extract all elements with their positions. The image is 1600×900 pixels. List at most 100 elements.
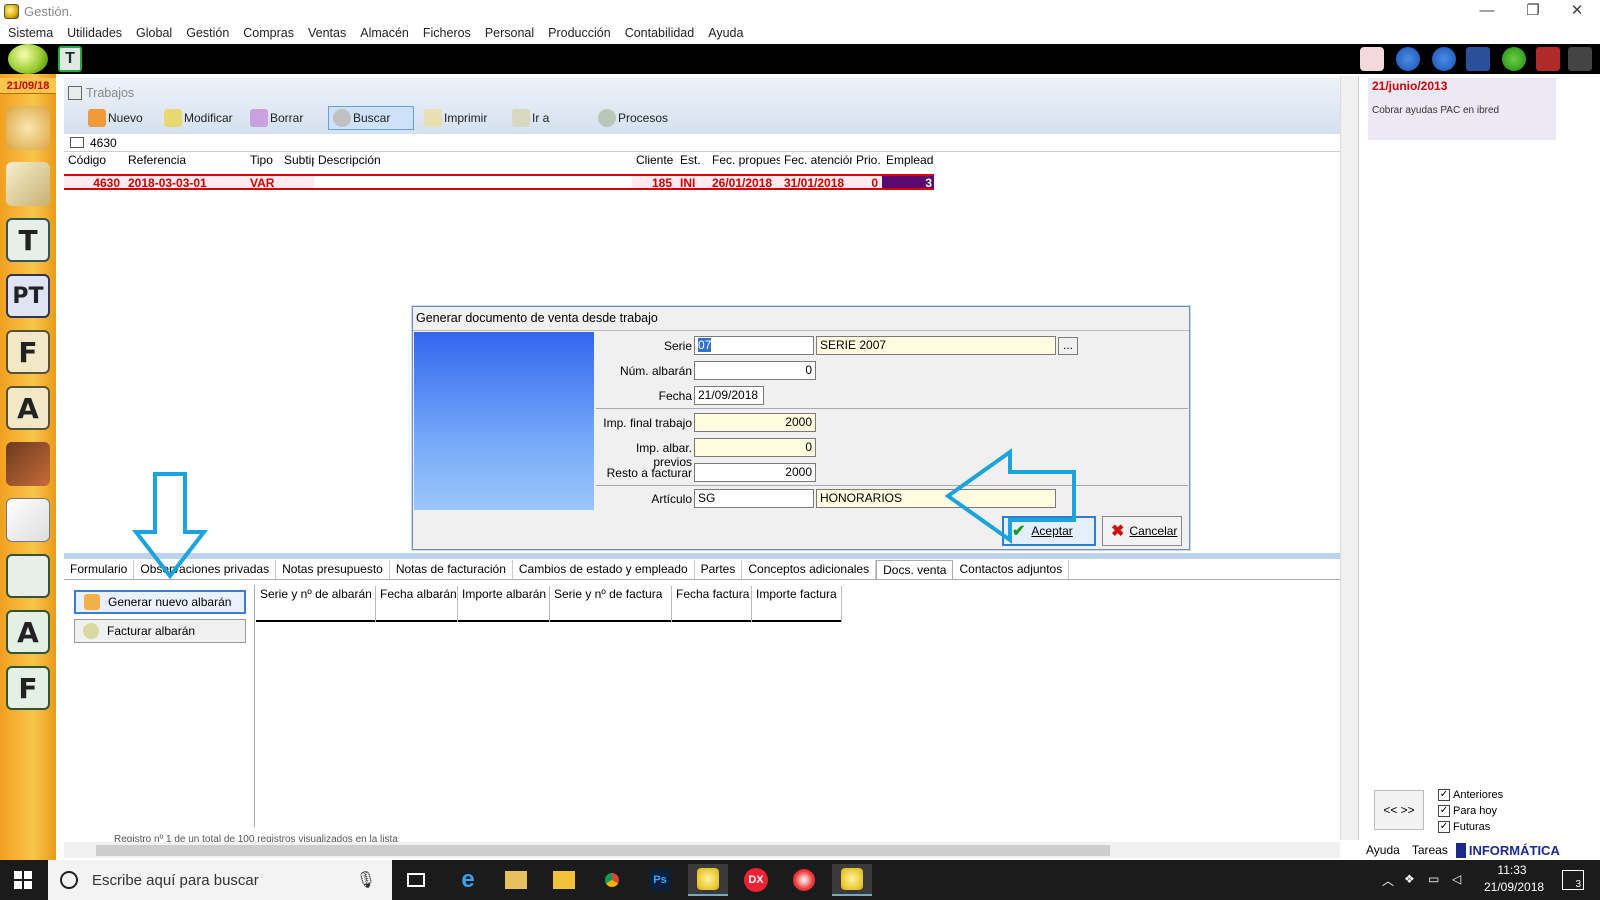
microphone-icon[interactable]: 🎙 xyxy=(356,870,376,890)
menu-personal[interactable]: Personal xyxy=(485,24,534,44)
partes-icon[interactable]: PT xyxy=(6,274,50,318)
tab-docs-venta[interactable]: Docs. venta xyxy=(876,560,954,579)
minimize-button[interactable]: — xyxy=(1464,0,1510,24)
windows-start-icon[interactable] xyxy=(14,871,32,889)
cards-icon[interactable] xyxy=(6,162,50,206)
imp-previos-field[interactable]: 0 xyxy=(694,438,816,457)
notifications-icon[interactable]: 3 xyxy=(1562,870,1584,890)
task-view-icon[interactable] xyxy=(396,864,436,896)
file-explorer-icon[interactable] xyxy=(544,864,584,896)
articulo-code-field[interactable]: SG xyxy=(694,489,814,508)
goto-button[interactable]: Ir a xyxy=(508,106,588,130)
generate-albaran-button[interactable]: Generar nuevo albarán xyxy=(74,590,246,614)
col-fec-propues[interactable]: Fec. propues. xyxy=(708,153,780,171)
search-button[interactable]: Buscar xyxy=(328,106,414,130)
col-fec-atencion[interactable]: Fec. atención xyxy=(780,153,852,171)
modify-button[interactable]: Modificar xyxy=(160,106,240,130)
col-referencia[interactable]: Referencia xyxy=(124,153,246,171)
network-icon[interactable]: ▭ xyxy=(1428,872,1439,886)
print-button[interactable]: Imprimir xyxy=(420,106,502,130)
tab-tareas[interactable]: Tareas xyxy=(1412,843,1448,857)
tab-notas-facturacion[interactable]: Notas de facturación xyxy=(390,560,513,579)
vertical-scrollbar[interactable] xyxy=(1340,76,1358,840)
col-empleado[interactable]: Empleado xyxy=(882,153,934,171)
flame-app-icon[interactable] xyxy=(784,864,824,896)
people-icon[interactable] xyxy=(6,106,50,150)
menu-contabilidad[interactable]: Contabilidad xyxy=(625,24,695,44)
gestion-app-icon-2[interactable] xyxy=(832,864,872,896)
col-serie-albaran[interactable]: Serie y nº de albarán xyxy=(256,586,376,622)
factura-icon[interactable]: F xyxy=(6,666,50,710)
book-icon[interactable] xyxy=(6,442,50,486)
menu-utilidades[interactable]: Utilidades xyxy=(67,24,122,44)
col-importe-factura[interactable]: Importe factura xyxy=(752,586,842,622)
col-fecha-albaran[interactable]: Fecha albarán xyxy=(376,586,458,622)
filter-anteriores[interactable]: ✓ Anteriores xyxy=(1438,789,1503,801)
checkbox-checked-icon[interactable]: ✓ xyxy=(1438,821,1450,833)
cancel-button[interactable]: ✖ Cancelar xyxy=(1102,516,1182,546)
col-descripcion[interactable]: Descripción xyxy=(314,153,632,171)
checkbox-checked-icon[interactable]: ✓ xyxy=(1438,789,1450,801)
tray-chevron-icon[interactable]: ︿ xyxy=(1382,872,1394,889)
restore-button[interactable]: ❐ xyxy=(1510,0,1556,24)
menu-ayuda[interactable]: Ayuda xyxy=(708,24,743,44)
write-icon[interactable] xyxy=(6,498,50,542)
forward-icon[interactable] xyxy=(1432,47,1456,71)
col-importe-albaran[interactable]: Importe albarán xyxy=(458,586,550,622)
gestion-app-icon[interactable] xyxy=(688,864,728,896)
fecha-field[interactable]: 21/09/2018 xyxy=(694,386,764,405)
tab-cambios-estado[interactable]: Cambios de estado y empleado xyxy=(513,560,695,579)
delete-button[interactable]: Borrar xyxy=(246,106,322,130)
albaranes-box-icon[interactable]: A xyxy=(6,386,50,430)
col-tipo[interactable]: Tipo xyxy=(246,153,280,171)
resto-field[interactable]: 2000 xyxy=(694,463,816,482)
scrollbar-thumb[interactable] xyxy=(96,845,1110,856)
filter-para-hoy[interactable]: ✓ Para hoy xyxy=(1438,805,1497,817)
menu-compras[interactable]: Compras xyxy=(243,24,294,44)
col-subtip[interactable]: Subtip xyxy=(280,153,314,171)
back-icon[interactable] xyxy=(1396,47,1420,71)
taskbar-search[interactable]: Escribe aquí para buscar 🎙 xyxy=(48,860,392,900)
tab-formulario[interactable]: Formulario xyxy=(64,560,135,579)
imp-final-field[interactable]: 2000 xyxy=(694,413,816,432)
list-icon[interactable] xyxy=(6,554,50,598)
menu-ventas[interactable]: Ventas xyxy=(308,24,346,44)
serie-code-field[interactable]: 07 xyxy=(694,336,814,355)
mail-icon[interactable] xyxy=(1360,47,1384,71)
photoshop-icon[interactable]: Ps xyxy=(640,864,680,896)
col-codigo[interactable]: Código xyxy=(64,153,124,171)
close-module-icon[interactable] xyxy=(1536,47,1560,71)
tab-contactos[interactable]: Contactos adjuntos xyxy=(953,560,1070,579)
tab-conceptos[interactable]: Conceptos adicionales xyxy=(742,560,877,579)
trabajos-app-icon[interactable]: T xyxy=(58,46,82,72)
home-orb-icon[interactable] xyxy=(8,44,48,74)
tab-ayuda[interactable]: Ayuda xyxy=(1366,843,1400,857)
agenda-nav-button[interactable]: << >> xyxy=(1374,790,1424,830)
menu-sistema[interactable]: Sistema xyxy=(8,24,53,44)
menu-ficheros[interactable]: Ficheros xyxy=(423,24,471,44)
app-folder-mail-icon[interactable] xyxy=(496,864,536,896)
checkbox-checked-icon[interactable]: ✓ xyxy=(1438,805,1450,817)
invoice-albaran-button[interactable]: Facturar albarán xyxy=(74,619,246,643)
facturas-box-icon[interactable]: F xyxy=(6,330,50,374)
menu-gestion[interactable]: Gestión xyxy=(186,24,229,44)
tab-notas-presupuesto[interactable]: Notas presupuesto xyxy=(276,560,390,579)
menu-produccion[interactable]: Producción xyxy=(548,24,611,44)
table-row[interactable]: 4630 2018-03-03-01 VAR 185 INI 26/01/201… xyxy=(64,174,934,190)
volume-muted-icon[interactable]: ◁ xyxy=(1452,872,1461,886)
col-cliente[interactable]: Cliente xyxy=(632,153,676,171)
menu-almacen[interactable]: Almacén xyxy=(360,24,409,44)
processes-button[interactable]: Procesos xyxy=(594,106,684,130)
col-prio[interactable]: Prio. xyxy=(852,153,882,171)
filter-futuras[interactable]: ✓ Futuras xyxy=(1438,821,1490,833)
menu-global[interactable]: Global xyxy=(136,24,172,44)
trabajos-icon[interactable]: T xyxy=(6,218,50,262)
chrome-icon[interactable] xyxy=(592,864,632,896)
dx-app-icon[interactable]: DX xyxy=(736,864,776,896)
dropbox-icon[interactable]: ❖ xyxy=(1404,872,1415,886)
serie-name-field[interactable]: SERIE 2007 xyxy=(816,336,1056,355)
albaran-icon[interactable]: A xyxy=(6,610,50,654)
serie-browse-button[interactable]: ... xyxy=(1058,337,1078,355)
window-list-icon[interactable] xyxy=(1466,47,1490,71)
col-fecha-factura[interactable]: Fecha factura xyxy=(672,586,752,622)
